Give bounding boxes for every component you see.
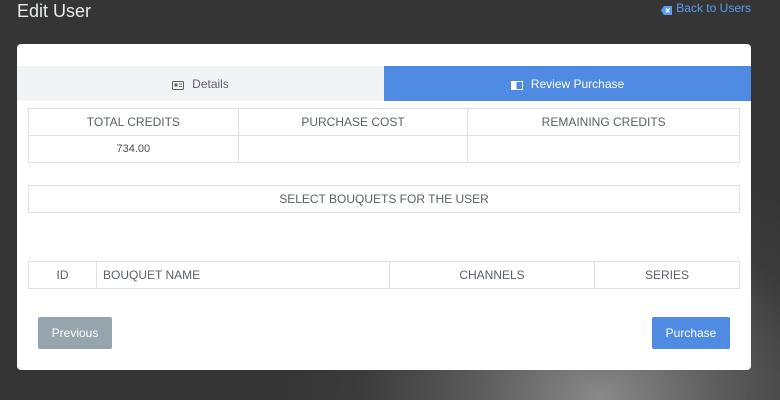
purchase-button[interactable]: Purchase xyxy=(652,317,730,349)
edit-user-card: Details Review Purchase TOTAL CREDITS PU… xyxy=(17,44,751,370)
credits-header-row: TOTAL CREDITS PURCHASE COST REMAINING CR… xyxy=(28,108,740,136)
book-icon xyxy=(510,79,523,90)
tab-review-purchase[interactable]: Review Purchase xyxy=(384,66,751,101)
tab-bar: Details Review Purchase xyxy=(17,66,751,101)
tab-details[interactable]: Details xyxy=(17,66,384,101)
bouquet-table: ID BOUQUET NAME CHANNELS SERIES xyxy=(28,261,740,289)
select-bouquets-title: SELECT BOUQUETS FOR THE USER xyxy=(28,185,740,213)
total-credits-header: TOTAL CREDITS xyxy=(28,108,239,136)
column-header-channels[interactable]: CHANNELS xyxy=(389,261,595,289)
previous-button[interactable]: Previous xyxy=(38,317,112,349)
page-title: Edit User xyxy=(17,1,92,21)
bouquet-header-row: ID BOUQUET NAME CHANNELS SERIES xyxy=(28,261,740,289)
remaining-credits-value xyxy=(467,135,740,163)
total-credits-value: 734.00 xyxy=(28,135,239,163)
id-card-icon xyxy=(172,79,185,90)
back-to-users-link[interactable]: Back to Users xyxy=(661,1,751,15)
purchase-cost-header: PURCHASE COST xyxy=(237,108,469,136)
tab-review-purchase-label: Review Purchase xyxy=(530,76,625,91)
credits-value-row: 734.00 xyxy=(28,135,740,163)
column-header-bouquet-name[interactable]: BOUQUET NAME xyxy=(96,261,390,289)
back-to-users-label: Back to Users xyxy=(676,1,751,15)
credits-table: TOTAL CREDITS PURCHASE COST REMAINING CR… xyxy=(28,108,740,163)
select-bouquets-section: SELECT BOUQUETS FOR THE USER xyxy=(28,185,740,213)
column-header-id[interactable]: ID xyxy=(28,261,97,289)
remaining-credits-header: REMAINING CREDITS xyxy=(467,108,740,136)
backspace-icon xyxy=(661,4,673,15)
column-header-series[interactable]: SERIES xyxy=(594,261,740,289)
tab-details-label: Details xyxy=(192,76,229,91)
purchase-cost-value xyxy=(237,135,469,163)
